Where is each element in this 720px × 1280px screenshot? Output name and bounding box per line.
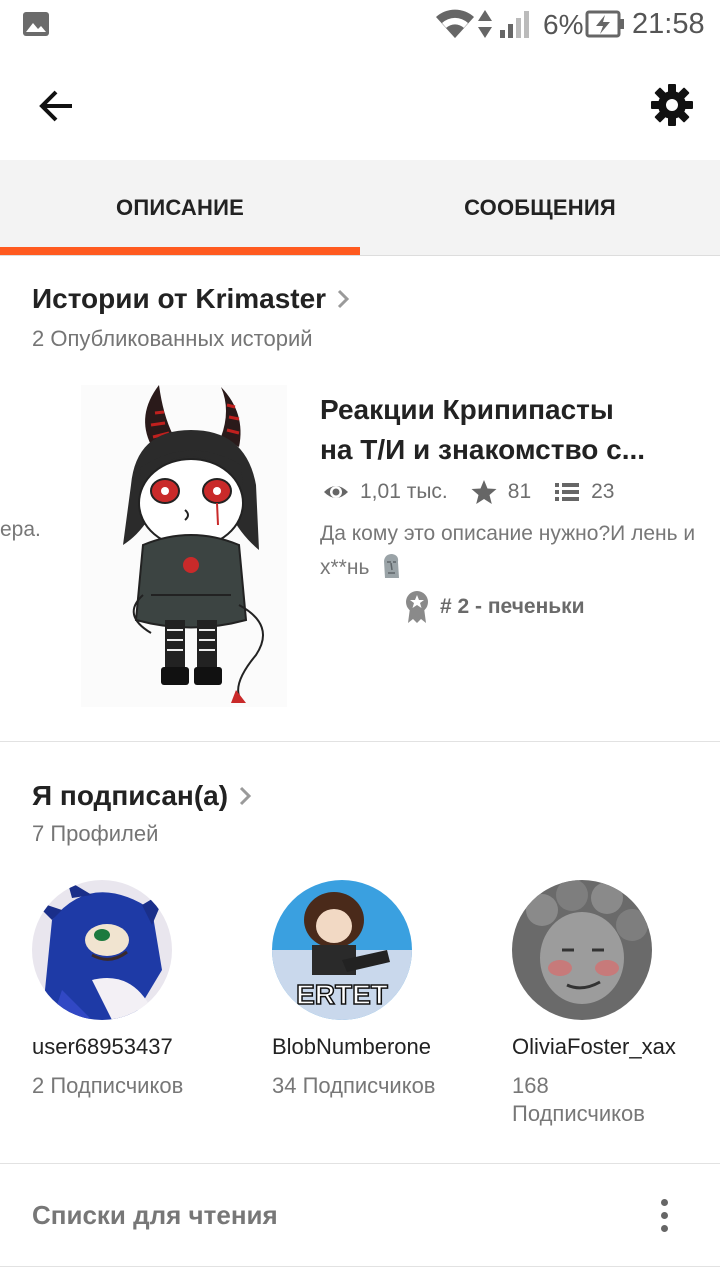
dot bbox=[660, 1224, 668, 1232]
profile-tabs: ОПИСАНИЕ СООБЩЕНИЯ bbox=[0, 160, 720, 256]
views-count: 1,01 тыс. bbox=[360, 480, 448, 503]
list-icon bbox=[555, 483, 580, 501]
arrow-back-icon bbox=[39, 90, 72, 122]
active-tab-indicator bbox=[0, 247, 360, 255]
story-title[interactable]: Реакции Крипипасты на Т/И и знакомство с… bbox=[320, 390, 700, 470]
reading-lists-label[interactable]: Списки для чтения bbox=[32, 1200, 278, 1231]
profile-username: OliviaFoster_xax bbox=[512, 1034, 676, 1059]
moai-emoji-icon bbox=[384, 554, 400, 578]
chevron-right-icon bbox=[240, 786, 252, 806]
avatar[interactable] bbox=[32, 880, 172, 1020]
avatar[interactable] bbox=[512, 880, 652, 1020]
battery-percent: 6% bbox=[543, 9, 584, 40]
story-rank[interactable]: # 2 - печеньки bbox=[404, 590, 585, 624]
chevron-right-icon bbox=[338, 289, 350, 309]
story-description-text: Да кому это описание нужно?И лень и х**н… bbox=[320, 522, 696, 579]
profile-card[interactable]: ERTET BlobNumberone 34 Подписчиков bbox=[272, 880, 472, 1100]
signal-icon bbox=[500, 11, 529, 38]
rank-label: # 2 - печеньки bbox=[440, 595, 585, 618]
back-button[interactable] bbox=[28, 78, 84, 134]
stories-title: Истории от Krimaster bbox=[32, 283, 327, 314]
app-bar bbox=[0, 50, 720, 160]
profile-followers: 168 Подписчиков bbox=[512, 1073, 645, 1126]
data-arrows-icon bbox=[478, 10, 492, 38]
profile-card[interactable]: OliviaFoster_xax 168 Подписчиков bbox=[512, 880, 712, 1128]
avatar[interactable]: ERTET bbox=[272, 880, 412, 1020]
battery-charging-icon bbox=[585, 10, 624, 38]
avatar-caption: ERTET bbox=[296, 979, 388, 1010]
story-cover-image[interactable] bbox=[81, 385, 287, 707]
section-divider bbox=[0, 1163, 720, 1164]
story-stats: 1,01 тыс. 81 23 bbox=[322, 477, 636, 507]
more-options-button[interactable] bbox=[646, 1192, 682, 1238]
section-divider bbox=[0, 741, 720, 742]
story-description: Да кому это описание нужно?И лень и х**н… bbox=[320, 517, 700, 585]
previous-story-partial-text: ера. bbox=[0, 518, 41, 541]
eye-icon bbox=[324, 486, 348, 498]
following-count: 7 Профилей bbox=[32, 821, 159, 846]
dot bbox=[660, 1211, 668, 1219]
story-title-line-1: Реакции Крипипасты bbox=[320, 394, 614, 425]
stories-count: 2 Опубликованных историй bbox=[32, 326, 313, 351]
profile-followers: 2 Подписчиков bbox=[32, 1073, 184, 1098]
dot bbox=[660, 1198, 668, 1206]
section-divider bbox=[0, 1266, 720, 1267]
settings-button[interactable] bbox=[644, 77, 700, 133]
profile-username: user68953437 bbox=[32, 1034, 173, 1059]
following-title: Я подписан(а) bbox=[32, 780, 229, 811]
status-bar: 6% 21:58 bbox=[0, 0, 720, 50]
profile-card[interactable]: user68953437 2 Подписчиков bbox=[32, 880, 232, 1100]
clock: 21:58 bbox=[632, 8, 705, 40]
wifi-icon bbox=[436, 9, 474, 38]
award-ribbon-icon bbox=[406, 591, 428, 623]
parts-count: 23 bbox=[591, 480, 615, 503]
story-title-line-2: на Т/И и знакомство с... bbox=[320, 434, 646, 465]
gear-icon bbox=[651, 84, 693, 126]
star-icon bbox=[471, 480, 497, 504]
profile-username: BlobNumberone bbox=[272, 1034, 431, 1059]
tab-description[interactable]: ОПИСАНИЕ bbox=[0, 160, 360, 256]
votes-count: 81 bbox=[507, 480, 532, 503]
gallery-notification-icon bbox=[23, 12, 49, 36]
following-section-header[interactable]: Я подписан(а) bbox=[32, 780, 252, 812]
stories-section-header[interactable]: Истории от Krimaster bbox=[32, 283, 350, 315]
profile-followers: 34 Подписчиков bbox=[272, 1073, 436, 1098]
tab-messages[interactable]: СООБЩЕНИЯ bbox=[360, 160, 720, 256]
